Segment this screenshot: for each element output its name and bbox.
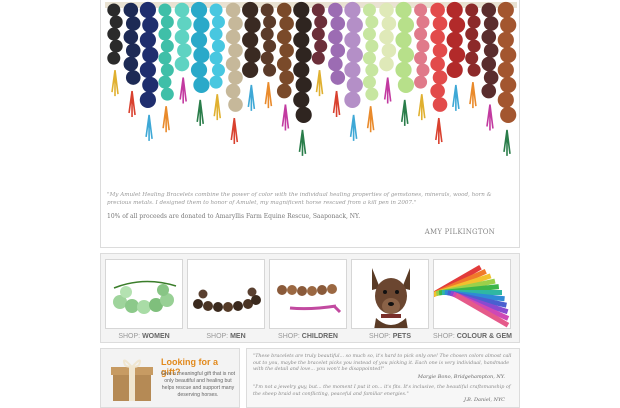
shop-women-label: WOMEN: [142, 333, 170, 340]
shop-colour-gem-label: COLOUR & GEM: [456, 333, 512, 340]
shop-women-tile[interactable]: SHOP: WOMEN: [105, 259, 183, 343]
shop-children-link[interactable]: SHOP: CHILDREN: [269, 333, 347, 340]
shop-prefix: SHOP:: [278, 333, 300, 340]
shop-pets-link[interactable]: SHOP: PETS: [351, 333, 429, 340]
bracelets-image: [105, 1, 517, 156]
testimonial-author: J.B. Daniel, NYC: [463, 397, 505, 403]
hero-panel: "My Amulet Healing Bracelets combine the…: [100, 0, 520, 248]
shop-categories: SHOP: WOMEN SHOP: MEN SHOP: CHILDREN SHO…: [100, 253, 520, 343]
women-bracelet-image: [105, 259, 183, 329]
shop-prefix: SHOP:: [206, 333, 229, 340]
testimonial-quote: "These bracelets are truly beautiful... …: [253, 354, 512, 372]
men-bracelet-image: [187, 259, 265, 329]
colour-gem-image: [433, 259, 511, 329]
shop-colour-gem-link[interactable]: SHOP: COLOUR & GEM: [433, 333, 512, 340]
signature: AMY PILKINGTON: [424, 228, 495, 236]
shop-women-link[interactable]: SHOP: WOMEN: [105, 333, 183, 340]
founder-quote: "My Amulet Healing Bracelets combine the…: [107, 192, 492, 206]
shop-prefix: SHOP:: [433, 333, 455, 340]
proceeds-note: 10% of all proceeds are donated to Amary…: [107, 213, 361, 220]
shop-prefix: SHOP:: [368, 333, 391, 340]
pets-dog-image: [351, 259, 429, 329]
shop-pets-label: PETS: [392, 333, 412, 340]
testimonials-panel: "These bracelets are truly beautiful... …: [246, 348, 520, 408]
gift-box-icon: [111, 359, 153, 401]
shop-children-tile[interactable]: SHOP: CHILDREN: [269, 259, 347, 343]
shop-men-label: MEN: [230, 333, 246, 340]
shop-children-label: CHILDREN: [301, 333, 338, 340]
shop-colour-gem-tile[interactable]: SHOP: COLOUR & GEM: [433, 259, 512, 343]
testimonial-author: Margie Bono, Bridgehampton, NY.: [417, 374, 505, 380]
shop-pets-tile[interactable]: SHOP: PETS: [351, 259, 429, 343]
gift-text: Give a meaningful gift that is not only …: [160, 371, 236, 398]
children-bracelet-image: [269, 259, 347, 329]
shop-men-tile[interactable]: SHOP: MEN: [187, 259, 265, 343]
shop-men-link[interactable]: SHOP: MEN: [187, 333, 265, 340]
shop-prefix: SHOP:: [118, 333, 141, 340]
gift-panel[interactable]: Looking for a gift? Give a meaningful gi…: [100, 348, 240, 408]
